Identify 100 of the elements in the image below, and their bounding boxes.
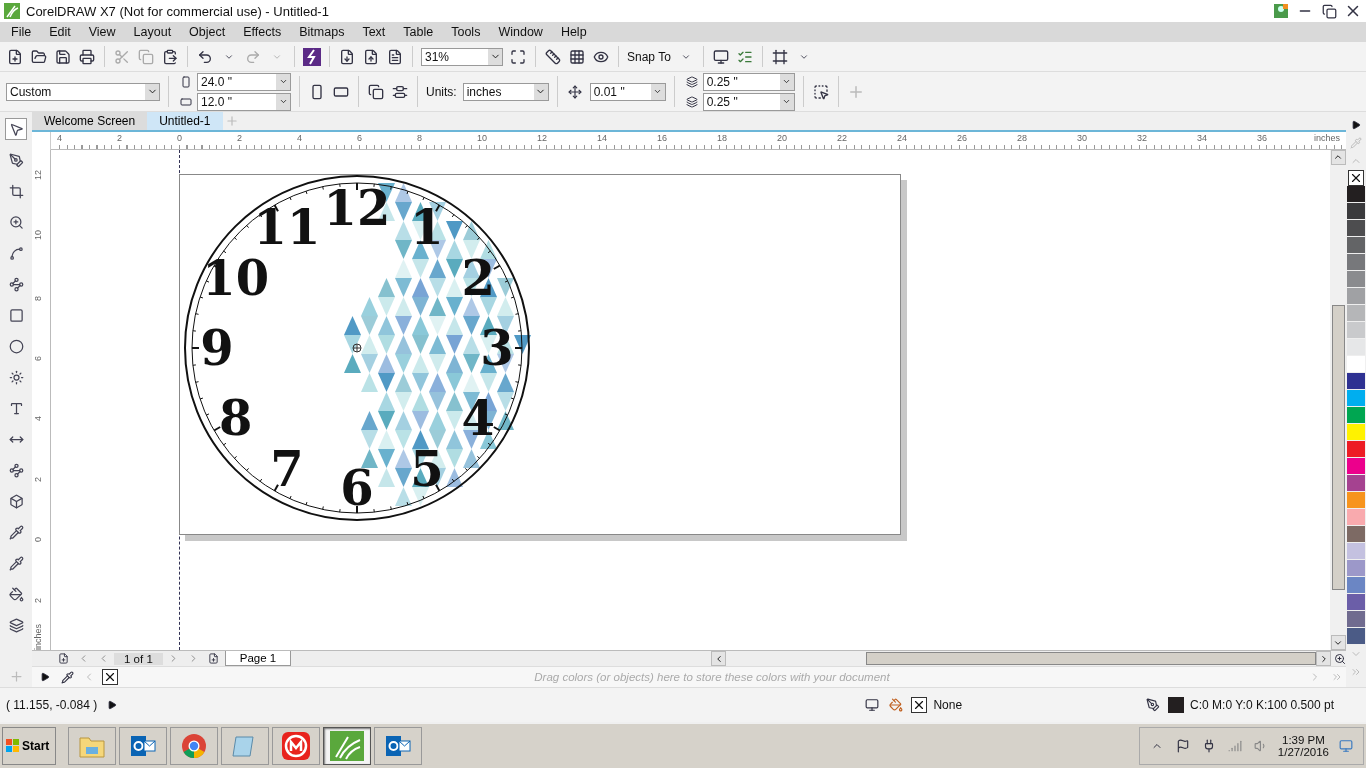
menu-item[interactable]: Bitmaps [290, 25, 354, 39]
restore-icon[interactable] [1320, 2, 1338, 20]
account-icon[interactable] [1272, 2, 1290, 20]
color-swatch[interactable] [1347, 543, 1365, 560]
color-swatch[interactable] [1347, 288, 1365, 305]
paste-icon[interactable] [161, 47, 179, 66]
mail-icon [129, 733, 157, 759]
pointer-icon[interactable] [5, 118, 27, 140]
color-swatch[interactable] [1347, 628, 1365, 645]
caret-icon[interactable] [779, 93, 794, 110]
caret-icon[interactable] [276, 73, 290, 90]
menu-item[interactable]: View [79, 25, 125, 39]
clock-numeral: 6 [340, 459, 374, 516]
color-swatch[interactable] [1347, 611, 1365, 628]
save-icon[interactable] [54, 47, 72, 66]
taskbar-app-button[interactable] [272, 727, 320, 765]
color-swatch[interactable] [1347, 594, 1365, 611]
menu-item[interactable]: Tools [442, 25, 490, 39]
menu-item[interactable]: Table [394, 25, 443, 39]
start-button[interactable]: Start [2, 727, 56, 765]
duplicate-x-field[interactable]: 0.25 " [702, 72, 795, 91]
color-swatch[interactable] [1347, 356, 1365, 373]
caret-icon[interactable] [145, 83, 159, 100]
menu-item[interactable]: Edit [40, 25, 80, 39]
color-swatch[interactable] [1347, 458, 1365, 475]
color-swatch[interactable] [1347, 237, 1365, 254]
no-color-swatch[interactable] [1348, 170, 1364, 186]
zoom-level-dropdown[interactable]: 31% [421, 47, 503, 66]
color-swatch[interactable] [1347, 526, 1365, 543]
clock-numeral: 5 [410, 441, 444, 498]
menu-item[interactable]: Layout [124, 25, 181, 39]
page-preset-dropdown[interactable]: Custom [6, 82, 160, 101]
mail-icon [384, 733, 412, 759]
open-folder-icon[interactable] [30, 47, 48, 66]
color-swatch[interactable] [1347, 373, 1365, 390]
document-tab[interactable]: Welcome Screen [32, 112, 148, 130]
vertical-scrollbar[interactable] [1330, 149, 1346, 651]
color-swatch[interactable] [1347, 271, 1365, 288]
color-swatch[interactable] [1347, 424, 1365, 441]
outline-status: C:0 M:0 Y:0 K:100 0.500 pt [1190, 698, 1334, 712]
show-desktop-icon[interactable] [1337, 737, 1355, 755]
color-swatch[interactable] [1347, 492, 1365, 509]
caret-icon[interactable] [533, 83, 548, 100]
monitor-icon[interactable] [711, 47, 730, 66]
color-swatch[interactable] [1347, 305, 1365, 322]
units-dropdown[interactable]: inches [462, 82, 549, 101]
taskbar-app-button[interactable] [323, 727, 371, 765]
color-swatch[interactable] [1347, 577, 1365, 594]
color-swatch[interactable] [1347, 475, 1365, 492]
ruler-icon[interactable] [544, 47, 562, 66]
bolt-icon[interactable] [303, 47, 321, 66]
menu-item[interactable]: Help [551, 25, 596, 39]
menu-item[interactable]: Text [353, 25, 395, 39]
color-swatch[interactable] [1347, 220, 1365, 237]
color-swatch[interactable] [1347, 441, 1365, 458]
caret-icon[interactable] [276, 93, 290, 110]
color-swatch[interactable] [1347, 407, 1365, 424]
scroll-left-icon[interactable] [711, 651, 727, 667]
page-width-field[interactable]: 24.0 " [197, 72, 291, 91]
fit-view-icon[interactable] [509, 47, 527, 66]
menu-item[interactable]: File [2, 25, 41, 39]
no-fill-swatch [911, 697, 928, 713]
taskbar-app-button[interactable] [119, 727, 167, 765]
color-swatch[interactable] [1347, 186, 1365, 203]
clock-numeral: 12 [323, 179, 391, 236]
menu-item[interactable]: Window [489, 25, 552, 39]
duplicate-y-field[interactable]: 0.25 " [702, 92, 795, 111]
select-frame-icon[interactable] [811, 82, 830, 101]
color-swatch[interactable] [1347, 339, 1365, 356]
crosshair-icon [352, 343, 362, 353]
caret-icon[interactable] [650, 83, 665, 100]
pdf-icon[interactable] [386, 47, 404, 66]
caret-icon[interactable] [488, 48, 502, 65]
color-swatch[interactable] [1347, 390, 1365, 407]
cursor-coordinates: ( 11.155, -0.084 ) [6, 698, 98, 712]
page-height-field[interactable]: 12.0 " [197, 92, 291, 111]
menu-item[interactable]: Effects [234, 25, 291, 39]
menu-item[interactable]: Object [180, 25, 235, 39]
print-icon[interactable] [78, 47, 96, 66]
nudge-field[interactable]: 0.01 " [589, 82, 666, 101]
all-pages-icon[interactable] [367, 82, 385, 101]
color-swatch[interactable] [1347, 560, 1365, 577]
new-file-icon[interactable] [6, 47, 24, 66]
color-swatch[interactable] [1347, 322, 1365, 339]
snap-to-dropdown[interactable]: Snap To [627, 49, 671, 64]
color-swatch[interactable] [1347, 254, 1365, 271]
page-tab[interactable]: Page 1 [224, 651, 292, 667]
clock-numeral: 4 [461, 389, 495, 446]
document-tab[interactable]: Untitled-1 [147, 112, 223, 130]
caret-icon[interactable] [779, 73, 794, 90]
clock-numeral: 8 [219, 389, 253, 446]
color-swatch[interactable] [1347, 203, 1365, 220]
clock-date: 1/27/2016 [1277, 746, 1329, 758]
no-color-swatch[interactable] [102, 669, 118, 686]
grid-icon[interactable] [568, 47, 586, 66]
export-icon[interactable] [362, 47, 380, 66]
taskbar-app-button[interactable] [374, 727, 422, 765]
color-swatch[interactable] [1347, 509, 1365, 526]
vertical-ruler: 12 10 8 6 4 2 0 2 inches [32, 149, 51, 651]
import-icon[interactable] [338, 47, 356, 66]
